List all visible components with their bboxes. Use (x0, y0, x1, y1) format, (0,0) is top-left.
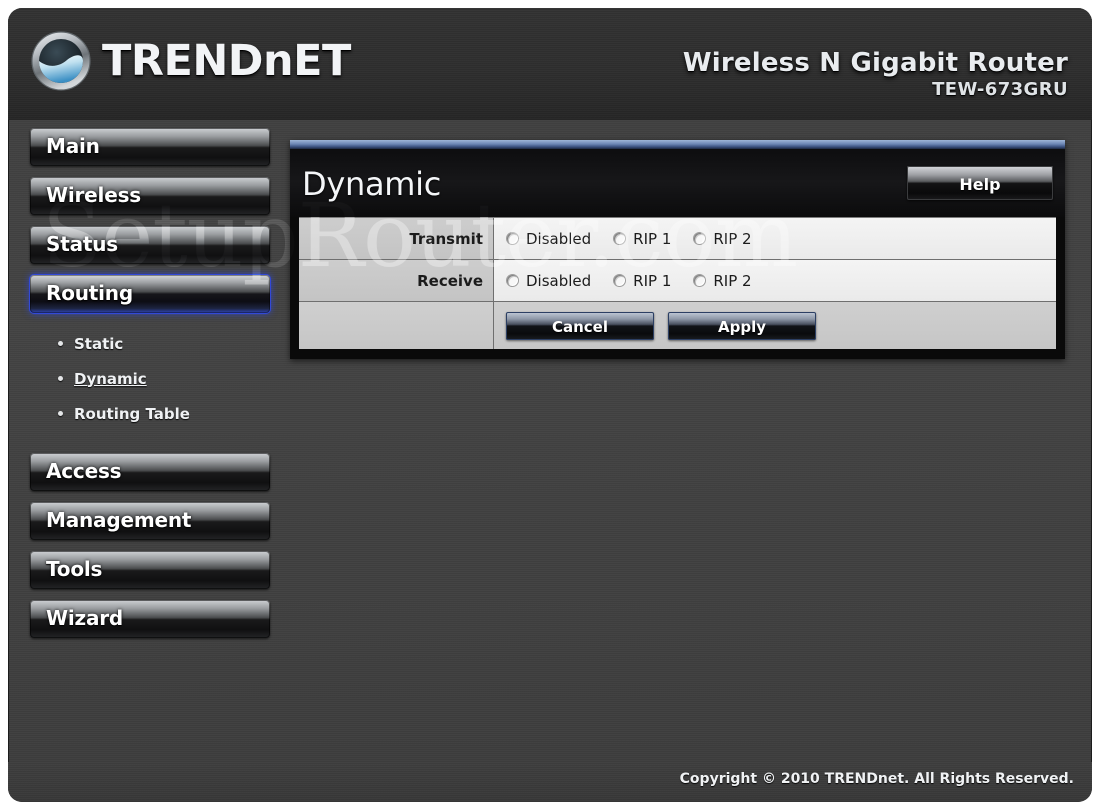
radio-circle-icon (693, 232, 707, 245)
help-button-label: Help (959, 174, 1001, 194)
sidebar-submenu-routing: Static Dynamic Routing Table (30, 322, 270, 441)
sidebar-item-routing[interactable]: Routing (30, 275, 270, 313)
sidebar-item-wizard[interactable]: Wizard (30, 600, 270, 638)
bullet-icon (58, 376, 63, 381)
router-admin-page: TRENDnET Wireless N Gigabit Router TEW-6… (8, 8, 1092, 802)
sidebar-item-label: Management (46, 508, 192, 532)
sidebar-item-access[interactable]: Access (30, 453, 270, 491)
page-title: Dynamic (302, 165, 442, 203)
sidebar-subitem-static[interactable]: Static (30, 326, 270, 361)
radio-label: RIP 2 (713, 229, 752, 248)
field-label-text: Transmit (409, 229, 483, 248)
sidebar-item-wireless[interactable]: Wireless (30, 177, 270, 215)
radio-transmit-disabled[interactable]: Disabled (506, 230, 591, 248)
help-button[interactable]: Help (907, 166, 1053, 200)
form-row-transmit: Transmit Disabled RIP 1 RIP 2 (299, 218, 1056, 260)
panel-top-accent-bar (290, 140, 1065, 149)
content-panel: Dynamic Help Transmit Disabled RIP 1 RIP… (290, 140, 1065, 359)
field-label-receive: Receive (299, 260, 494, 301)
radio-transmit-rip1[interactable]: RIP 1 (613, 230, 671, 248)
bullet-icon (58, 341, 63, 346)
sidebar-item-management[interactable]: Management (30, 502, 270, 540)
sidebar-item-label: Status (46, 232, 118, 256)
dynamic-routing-form: Transmit Disabled RIP 1 RIP 2 Receive Di… (299, 217, 1056, 349)
actions-label-spacer (299, 302, 494, 349)
radio-group-receive: Disabled RIP 1 RIP 2 (494, 260, 1056, 301)
radio-circle-icon (506, 274, 519, 287)
sidebar-item-main[interactable]: Main (30, 128, 270, 166)
sidebar-subitem-label: Static (74, 334, 124, 353)
sidebar-subitem-dynamic[interactable]: Dynamic (30, 361, 270, 396)
sidebar-item-label: Wireless (46, 183, 141, 207)
radio-receive-disabled[interactable]: Disabled (506, 272, 591, 290)
radio-label: RIP 1 (633, 271, 672, 290)
sidebar-item-status[interactable]: Status (30, 226, 270, 264)
apply-button-label: Apply (717, 317, 766, 336)
copyright-text: Copyright © 2010 TRENDnet. All Rights Re… (679, 771, 1074, 787)
product-model: TEW-673GRU (932, 79, 1068, 101)
sidebar-item-label: Tools (46, 557, 103, 581)
field-label-transmit: Transmit (299, 218, 494, 259)
radio-circle-icon (613, 232, 627, 245)
sidebar-item-label: Access (46, 459, 122, 483)
brand-logo: TRENDnET (30, 30, 351, 92)
panel-header: Dynamic Help (290, 149, 1065, 217)
form-row-actions: Cancel Apply (299, 302, 1056, 349)
radio-circle-icon (693, 274, 707, 287)
form-row-receive: Receive Disabled RIP 1 RIP 2 (299, 260, 1056, 302)
sidebar-nav: Main Wireless Status Routing Static Dyna… (30, 128, 270, 649)
page-footer: Copyright © 2010 TRENDnet. All Rights Re… (8, 762, 1092, 802)
sidebar-item-label: Routing (46, 281, 133, 305)
page-header: TRENDnET Wireless N Gigabit Router TEW-6… (8, 8, 1092, 120)
sidebar-subitem-routing-table[interactable]: Routing Table (30, 396, 270, 431)
radio-receive-rip1[interactable]: RIP 1 (613, 272, 671, 290)
bullet-icon (58, 411, 63, 416)
radio-label: Disabled (526, 229, 592, 248)
radio-label: RIP 1 (633, 229, 672, 248)
radio-label: Disabled (526, 271, 592, 290)
radio-group-transmit: Disabled RIP 1 RIP 2 (494, 218, 1056, 259)
brand-name: TRENDnET (102, 35, 351, 86)
sidebar-item-tools[interactable]: Tools (30, 551, 270, 589)
radio-label: RIP 2 (713, 271, 752, 290)
sidebar-subitem-label: Routing Table (74, 404, 190, 423)
radio-transmit-rip2[interactable]: RIP 2 (693, 229, 752, 248)
field-label-text: Receive (417, 271, 483, 290)
radio-receive-rip2[interactable]: RIP 2 (693, 271, 752, 290)
actions-container: Cancel Apply (494, 302, 1056, 349)
product-name: Wireless N Gigabit Router (682, 48, 1068, 78)
product-identity: Wireless N Gigabit Router TEW-673GRU (682, 48, 1068, 101)
radio-circle-icon (613, 274, 627, 287)
sidebar-item-label: Wizard (46, 606, 124, 630)
sidebar-item-label: Main (46, 134, 100, 158)
trendnet-swirl-logo-icon (30, 30, 92, 92)
cancel-button[interactable]: Cancel (506, 311, 654, 340)
sidebar-subitem-label: Dynamic (74, 369, 147, 388)
radio-circle-icon (506, 232, 519, 245)
cancel-button-label: Cancel (551, 317, 608, 336)
apply-button[interactable]: Apply (668, 311, 816, 340)
